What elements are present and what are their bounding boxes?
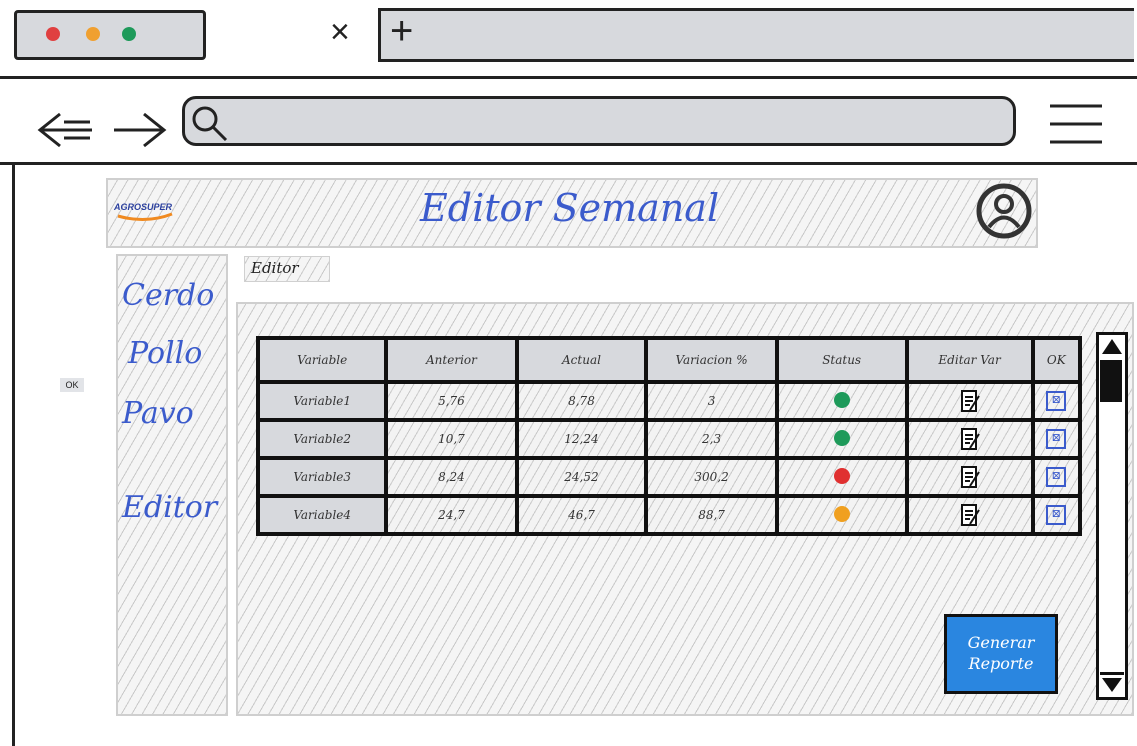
actual-cell: 24,52 (514, 456, 649, 498)
search-icon[interactable] (190, 104, 230, 144)
variacion-cell: 88,7 (644, 494, 779, 536)
edit-note-icon[interactable] (960, 426, 980, 452)
anterior-cell: 24,7 (384, 494, 519, 536)
col-variable: Variable (255, 336, 389, 384)
status-cell (774, 380, 909, 422)
new-tab-area[interactable] (378, 8, 1134, 62)
col-status: Status (774, 336, 909, 384)
actual-cell: 8,78 (514, 380, 649, 422)
edit-note-icon[interactable] (960, 502, 980, 528)
edit-cell[interactable] (904, 380, 1035, 422)
maximize-window-dot[interactable] (122, 27, 136, 41)
table-header-row: Variable Anterior Actual Variacion % Sta… (255, 336, 1083, 384)
table-row: Variable3 8,24 24,52 300,2 ⊠ (255, 456, 1083, 498)
sidebar-item-pollo[interactable]: Pollo (128, 336, 202, 371)
scrollbar-thumb[interactable] (1100, 360, 1122, 402)
ok-cell[interactable]: ⊠ (1030, 456, 1083, 498)
address-bar[interactable] (182, 96, 1016, 146)
hamburger-menu-icon[interactable] (1046, 100, 1106, 148)
page-title: Editor Semanal (420, 186, 720, 230)
table-row: Variable4 24,7 46,7 88,7 ⊠ (255, 494, 1083, 536)
col-anterior: Anterior (384, 336, 519, 384)
table-row: Variable2 10,7 12,24 2,3 ⊠ (255, 418, 1083, 460)
edit-note-icon[interactable] (960, 464, 980, 490)
floating-ok-button[interactable]: OK (60, 378, 84, 392)
variacion-cell: 300,2 (644, 456, 779, 498)
ok-cell[interactable]: ⊠ (1030, 418, 1083, 460)
browser-tab[interactable] (14, 10, 206, 60)
variacion-cell: 3 (644, 380, 779, 422)
sidebar-item-pavo[interactable]: Pavo (122, 396, 194, 431)
ok-checkbox-icon[interactable]: ⊠ (1046, 429, 1067, 449)
ok-checkbox-icon[interactable]: ⊠ (1046, 391, 1067, 411)
ok-checkbox-icon[interactable]: ⊠ (1046, 505, 1067, 525)
logo-swoosh-icon (117, 212, 173, 221)
edit-cell[interactable] (904, 494, 1035, 536)
col-ok: OK (1030, 336, 1083, 384)
user-avatar-icon[interactable] (974, 182, 1034, 240)
window-border (12, 164, 15, 746)
status-indicator (833, 505, 850, 522)
col-actual: Actual (514, 336, 649, 384)
divider (0, 162, 1137, 165)
col-editar-var: Editar Var (904, 336, 1035, 384)
status-indicator (833, 429, 850, 446)
col-variacion: Variacion % (644, 336, 779, 384)
status-indicator (833, 467, 850, 484)
table-row: Variable1 5,76 8,78 3 ⊠ (255, 380, 1083, 422)
edit-note-icon[interactable] (960, 388, 980, 414)
actual-cell: 46,7 (514, 494, 649, 536)
variacion-cell: 2,3 (644, 418, 779, 460)
status-cell (774, 418, 909, 460)
variable-cell: Variable4 (255, 494, 389, 536)
ok-cell[interactable]: ⊠ (1030, 494, 1083, 536)
anterior-cell: 10,7 (384, 418, 519, 460)
sidebar-item-editor[interactable]: Editor (122, 490, 217, 525)
ok-cell[interactable]: ⊠ (1030, 380, 1083, 422)
minimize-window-dot[interactable] (86, 27, 100, 41)
close-tab-icon[interactable]: × (330, 12, 350, 52)
logo: AGROSUPER (114, 202, 173, 212)
scroll-up-icon[interactable] (1100, 336, 1124, 356)
arrow-left-icon[interactable] (34, 108, 96, 152)
new-tab-icon[interactable]: + (390, 8, 413, 54)
breadcrumb[interactable]: Editor (244, 256, 330, 282)
arrow-right-icon[interactable] (110, 108, 172, 152)
edit-cell[interactable] (904, 456, 1035, 498)
divider (0, 76, 1137, 79)
anterior-cell: 5,76 (384, 380, 519, 422)
variables-table: Variable Anterior Actual Variacion % Sta… (255, 336, 1083, 536)
scroll-down-icon[interactable] (1100, 672, 1124, 694)
anterior-cell: 8,24 (384, 456, 519, 498)
edit-cell[interactable] (904, 418, 1035, 460)
variable-cell: Variable2 (255, 418, 389, 460)
ok-checkbox-icon[interactable]: ⊠ (1046, 467, 1067, 487)
status-cell (774, 456, 909, 498)
actual-cell: 12,24 (514, 418, 649, 460)
status-indicator (833, 391, 850, 408)
status-cell (774, 494, 909, 536)
sidebar-item-cerdo[interactable]: Cerdo (122, 278, 214, 313)
close-window-dot[interactable] (46, 27, 60, 41)
generate-report-button[interactable]: Generar Reporte (944, 614, 1058, 694)
sidebar (116, 254, 228, 716)
variable-cell: Variable3 (255, 456, 389, 498)
variable-cell: Variable1 (255, 380, 389, 422)
